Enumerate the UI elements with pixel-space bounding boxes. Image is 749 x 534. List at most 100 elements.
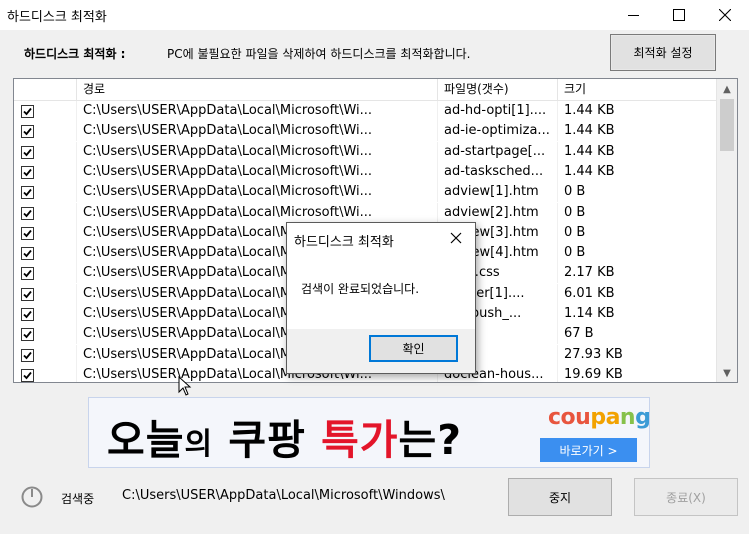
row-check-cell [14, 283, 77, 304]
row-path: C:\Users\USER\AppData\Local\Microsoft\Wi… [77, 202, 438, 223]
row-path: C:\Users\USER\AppData\Local\Microsoft\Wi… [77, 161, 438, 182]
coupang-logo: coupang [548, 405, 651, 430]
minimize-button[interactable] [610, 0, 656, 30]
coupang-banner[interactable]: 오늘의 쿠팡 특가는? coupang 바로가기 > [88, 397, 651, 468]
status-path: C:\Users\USER\AppData\Local\Microsoft\Wi… [122, 488, 445, 503]
status-label: 검색중 [61, 492, 95, 506]
row-size: 1.44 KB [558, 121, 717, 142]
banner-text-coupang: 쿠팡 [228, 416, 322, 464]
row-size: 1.44 KB [558, 141, 717, 162]
row-check-cell [14, 263, 77, 284]
row-check-cell [14, 324, 77, 345]
row-checkbox[interactable] [21, 328, 34, 342]
row-size: 0 B [558, 222, 717, 243]
checkmark-icon [23, 270, 32, 278]
row-size: 19.69 KB [558, 364, 717, 382]
loading-spinner-icon [21, 486, 43, 508]
column-header-path[interactable]: 경로 [77, 79, 438, 100]
row-size: 1.44 KB [558, 101, 717, 121]
row-checkbox[interactable] [21, 368, 34, 382]
scroll-down-icon[interactable]: ▼ [717, 364, 737, 382]
row-checkbox[interactable] [21, 247, 34, 261]
row-checkbox[interactable] [21, 267, 34, 281]
row-checkbox[interactable] [21, 206, 34, 220]
row-checkbox[interactable] [21, 226, 34, 240]
maximize-button[interactable] [656, 0, 702, 30]
banner-text-deal: 특가 [321, 416, 399, 464]
header-label: 하드디스크 최적화 : [24, 47, 126, 61]
row-check-cell [14, 243, 77, 264]
row-check-cell [14, 344, 77, 365]
row-size: 1.44 KB [558, 161, 717, 182]
checkmark-icon [23, 331, 32, 339]
dialog-body: 검색이 완료되었습니다. [287, 256, 475, 329]
row-size: 27.93 KB [558, 344, 717, 365]
row-checkbox[interactable] [21, 165, 34, 179]
title-bar: 하드디스크 최적화 [0, 0, 749, 30]
row-check-cell [14, 202, 77, 223]
row-check-cell [14, 304, 77, 324]
dialog-close-icon[interactable] [447, 229, 465, 247]
column-header-check[interactable] [14, 79, 77, 100]
dialog-ok-button[interactable]: 확인 [369, 335, 458, 362]
header-description: PC에 불필요한 파일을 삭제하여 하드디스크를 최적화합니다. [167, 47, 471, 61]
row-size: 0 B [558, 182, 717, 203]
row-filename: ad-hd-opti[1].... [438, 101, 558, 121]
table-row[interactable]: C:\Users\USER\AppData\Local\Microsoft\Wi… [14, 161, 717, 182]
row-check-cell [14, 161, 77, 182]
checkmark-icon [23, 107, 32, 116]
scroll-thumb[interactable] [720, 99, 734, 151]
dialog-message: 검색이 완료되었습니다. [301, 282, 420, 296]
window-title: 하드디스크 최적화 [7, 10, 107, 25]
scroll-up-icon[interactable]: ▲ [717, 80, 737, 98]
column-header-filename[interactable]: 파일명(갯수) [438, 79, 558, 100]
close-button[interactable] [702, 0, 748, 30]
row-check-cell [14, 141, 77, 162]
checkmark-icon [23, 371, 32, 380]
row-size: 1.14 KB [558, 304, 717, 324]
checkmark-icon [23, 351, 32, 359]
row-checkbox[interactable] [21, 287, 34, 301]
table-row[interactable]: C:\Users\USER\AppData\Local\Microsoft\Wi… [14, 182, 717, 203]
row-size: 0 B [558, 243, 717, 264]
message-dialog: 하드디스크 최적화 검색이 완료되었습니다. 확인 [286, 222, 476, 374]
checkmark-icon [23, 128, 32, 136]
banner-text-of: 의 [184, 427, 214, 462]
optimize-settings-button[interactable]: 최적화 설정 [610, 34, 716, 71]
row-filename: ad-tasksched... [438, 161, 558, 182]
checkmark-icon [23, 148, 32, 156]
banner-text-today: 오늘 [107, 416, 185, 464]
close-icon [719, 9, 731, 21]
row-size: 2.17 KB [558, 263, 717, 284]
checkmark-icon [23, 168, 32, 177]
row-path: C:\Users\USER\AppData\Local\Microsoft\Wi… [77, 141, 438, 162]
checkmark-icon [23, 189, 32, 197]
row-check-cell [14, 364, 77, 382]
row-filename: ad-ie-optimiza... [438, 121, 558, 142]
list-header: 경로 파일명(갯수) 크기 [14, 79, 717, 101]
table-row[interactable]: C:\Users\USER\AppData\Local\Microsoft\Wi… [14, 121, 717, 142]
table-row[interactable]: C:\Users\USER\AppData\Local\Microsoft\Wi… [14, 101, 717, 121]
maximize-icon [673, 9, 685, 21]
row-checkbox[interactable] [21, 308, 34, 321]
banner-headline: 오늘의 쿠팡 특가는? [107, 406, 462, 466]
stop-button[interactable]: 중지 [508, 478, 612, 516]
table-row[interactable]: C:\Users\USER\AppData\Local\Microsoft\Wi… [14, 141, 717, 162]
banner-text-question: 는? [398, 416, 463, 464]
row-path: C:\Users\USER\AppData\Local\Microsoft\Wi… [77, 121, 438, 142]
vertical-scrollbar[interactable]: ▲ ▼ [716, 79, 737, 382]
row-path: C:\Users\USER\AppData\Local\Microsoft\Wi… [77, 182, 438, 203]
row-checkbox[interactable] [21, 348, 34, 362]
row-size: 6.01 KB [558, 283, 717, 304]
row-checkbox[interactable] [21, 105, 34, 118]
minimize-icon [627, 14, 639, 16]
row-checkbox[interactable] [21, 186, 34, 200]
row-check-cell [14, 121, 77, 142]
column-header-size[interactable]: 크기 [558, 79, 717, 100]
row-checkbox[interactable] [21, 125, 34, 139]
checkmark-icon [23, 250, 32, 258]
table-row[interactable]: C:\Users\USER\AppData\Local\Microsoft\Wi… [14, 202, 717, 223]
row-checkbox[interactable] [21, 145, 34, 159]
exit-button[interactable]: 종료(X) [634, 478, 738, 516]
banner-go-button[interactable]: 바로가기 > [540, 438, 637, 462]
